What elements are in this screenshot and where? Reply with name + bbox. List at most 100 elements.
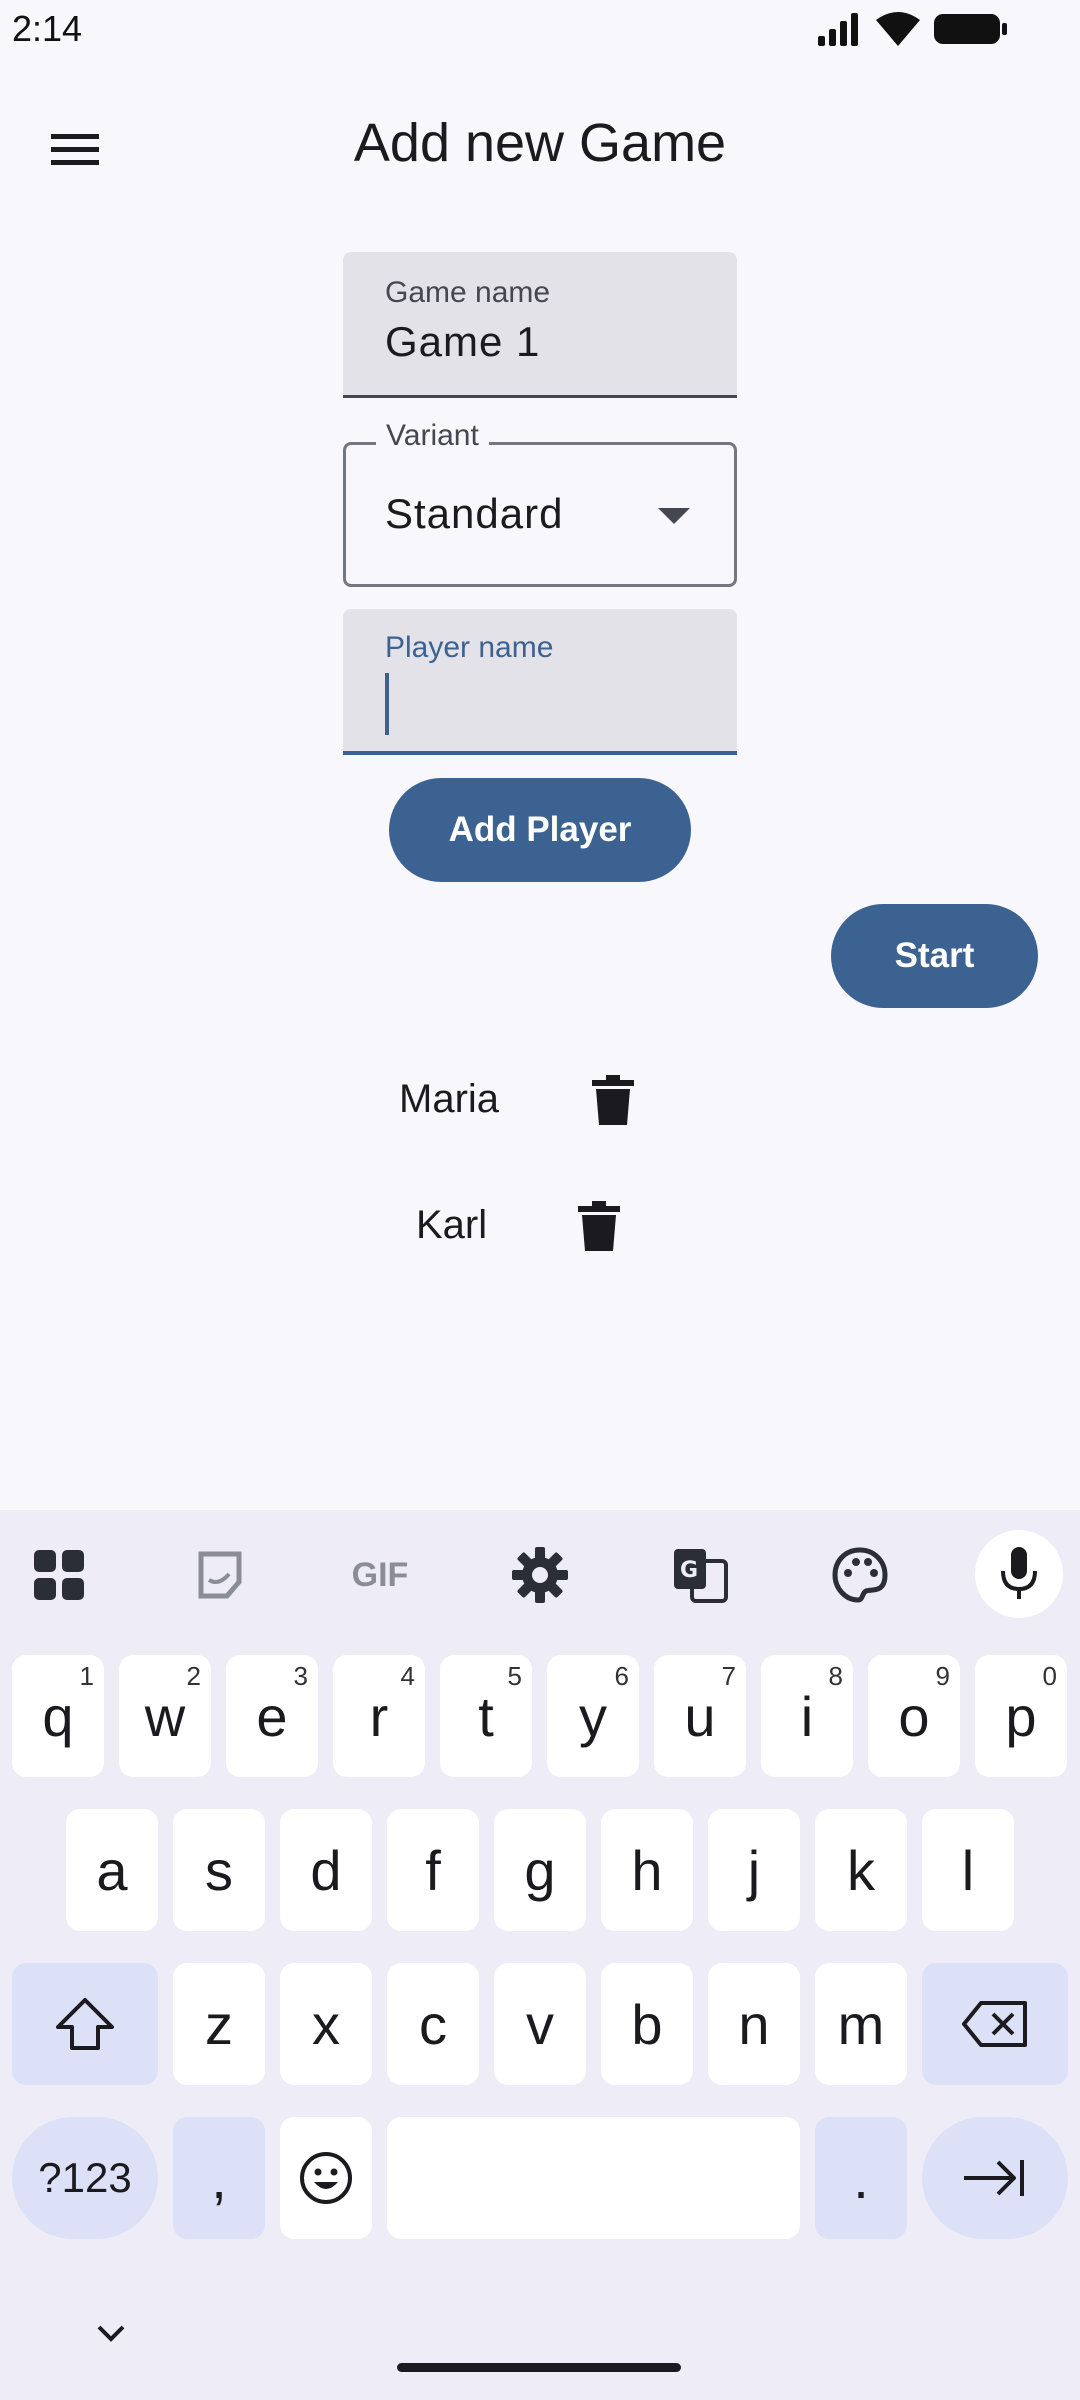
key-k[interactable]: k: [815, 1809, 907, 1931]
page-title: Add new Game: [353, 113, 727, 173]
delete-karl-button[interactable]: [578, 1201, 630, 1257]
status-icons: [816, 12, 1008, 46]
key-label: i: [800, 1684, 814, 1748]
key-f[interactable]: f: [387, 1809, 479, 1931]
key-s[interactable]: s: [173, 1809, 265, 1931]
shift-key[interactable]: [12, 1963, 158, 2085]
key-hint: 1: [79, 1661, 94, 1691]
key-i[interactable]: i8: [761, 1655, 853, 1777]
sticker-icon: [198, 1551, 242, 1599]
variant-select[interactable]: Variant Standard: [343, 419, 737, 587]
game-name-field[interactable]: Game name Game 1: [343, 252, 737, 398]
status-time: 2:14: [12, 8, 83, 49]
next-key[interactable]: [922, 2117, 1068, 2239]
theme-button[interactable]: [825, 1540, 895, 1610]
hide-keyboard-button[interactable]: [95, 2323, 127, 2347]
key-z[interactable]: z: [173, 1963, 265, 2085]
key-a[interactable]: a: [66, 1809, 158, 1931]
svg-text:G: G: [680, 1558, 698, 1583]
backspace-key[interactable]: [922, 1963, 1068, 2085]
key-label: e: [256, 1684, 288, 1748]
key-b[interactable]: b: [601, 1963, 693, 2085]
key-label: o: [898, 1684, 930, 1748]
key-label: u: [684, 1684, 716, 1748]
key-d[interactable]: d: [280, 1809, 372, 1931]
key-hint: 4: [400, 1661, 415, 1691]
key-h[interactable]: h: [601, 1809, 693, 1931]
key-x[interactable]: x: [280, 1963, 372, 2085]
key-c[interactable]: c: [387, 1963, 479, 2085]
key-v[interactable]: v: [494, 1963, 586, 2085]
key-o[interactable]: o9: [868, 1655, 960, 1777]
key-label: w: [144, 1684, 186, 1748]
key-q[interactable]: q1: [12, 1655, 104, 1777]
microphone-icon: [1001, 1547, 1037, 1599]
key-label: y: [579, 1684, 607, 1748]
signal-icon: [818, 13, 858, 46]
backspace-icon: [962, 2001, 1027, 2047]
game-name-value: Game 1: [385, 318, 541, 365]
gear-icon: [512, 1547, 568, 1603]
shift-icon: [56, 1998, 114, 2050]
add-player-button[interactable]: Add Player: [389, 778, 691, 882]
key-label: q: [42, 1684, 74, 1748]
voice-input-button[interactable]: [975, 1530, 1063, 1618]
key-y[interactable]: y6: [547, 1655, 639, 1777]
translate-icon: G: [674, 1549, 728, 1603]
player-name-field[interactable]: Player name: [343, 609, 737, 755]
key-hint: 5: [507, 1661, 522, 1691]
emoji-icon: [300, 2152, 352, 2204]
key-l[interactable]: l: [922, 1809, 1014, 1931]
key-hint: 9: [935, 1661, 950, 1691]
chevron-down-icon: [97, 2325, 125, 2342]
key-r[interactable]: r4: [333, 1655, 425, 1777]
home-indicator[interactable]: [397, 2363, 681, 2372]
settings-button[interactable]: [505, 1540, 575, 1610]
key-t[interactable]: t5: [440, 1655, 532, 1777]
player-name-text: Karl: [416, 1203, 488, 1247]
key-u[interactable]: u7: [654, 1655, 746, 1777]
key-n[interactable]: n: [708, 1963, 800, 2085]
key-hint: 2: [186, 1661, 201, 1691]
comma-key[interactable]: ,: [173, 2117, 265, 2239]
game-name-label: Game name: [385, 276, 551, 309]
key-hint: 0: [1042, 1661, 1057, 1691]
key-hint: 8: [828, 1661, 843, 1691]
key-label: t: [478, 1684, 494, 1748]
key-hint: 3: [293, 1661, 308, 1691]
variant-value: Standard: [385, 490, 564, 537]
trash-icon: [578, 1201, 620, 1251]
key-g[interactable]: g: [494, 1809, 586, 1931]
delete-maria-button[interactable]: [592, 1075, 644, 1131]
tab-next-icon: [964, 2160, 1024, 2196]
keyboard: [0, 1510, 1080, 2400]
symbols-key[interactable]: ?123: [12, 2117, 158, 2239]
gif-button[interactable]: GIF: [345, 1540, 415, 1610]
translate-button[interactable]: G: [665, 1540, 735, 1610]
key-label: p: [1005, 1684, 1037, 1748]
key-e[interactable]: e3: [226, 1655, 318, 1777]
wifi-icon: [876, 12, 920, 46]
key-m[interactable]: m: [815, 1963, 907, 2085]
palette-icon: [832, 1547, 888, 1603]
grid-icon: [34, 1550, 84, 1600]
key-hint: 7: [721, 1661, 736, 1691]
text-cursor: [385, 673, 389, 735]
player-name-label: Player name: [385, 631, 554, 664]
start-button[interactable]: Start: [831, 904, 1038, 1008]
period-key[interactable]: .: [815, 2117, 907, 2239]
key-w[interactable]: w2: [119, 1655, 211, 1777]
sticker-button[interactable]: [185, 1540, 255, 1610]
variant-label: Variant: [376, 419, 489, 453]
key-hint: 6: [614, 1661, 629, 1691]
key-p[interactable]: p0: [975, 1655, 1067, 1777]
player-name-text: Maria: [399, 1077, 500, 1121]
key-j[interactable]: j: [708, 1809, 800, 1931]
battery-icon: [934, 14, 1007, 44]
space-key[interactable]: [387, 2117, 800, 2239]
apps-button[interactable]: [24, 1540, 94, 1610]
trash-icon: [592, 1075, 634, 1125]
dropdown-arrow-icon: [658, 508, 690, 524]
emoji-key[interactable]: [280, 2117, 372, 2239]
key-label: r: [369, 1684, 389, 1748]
